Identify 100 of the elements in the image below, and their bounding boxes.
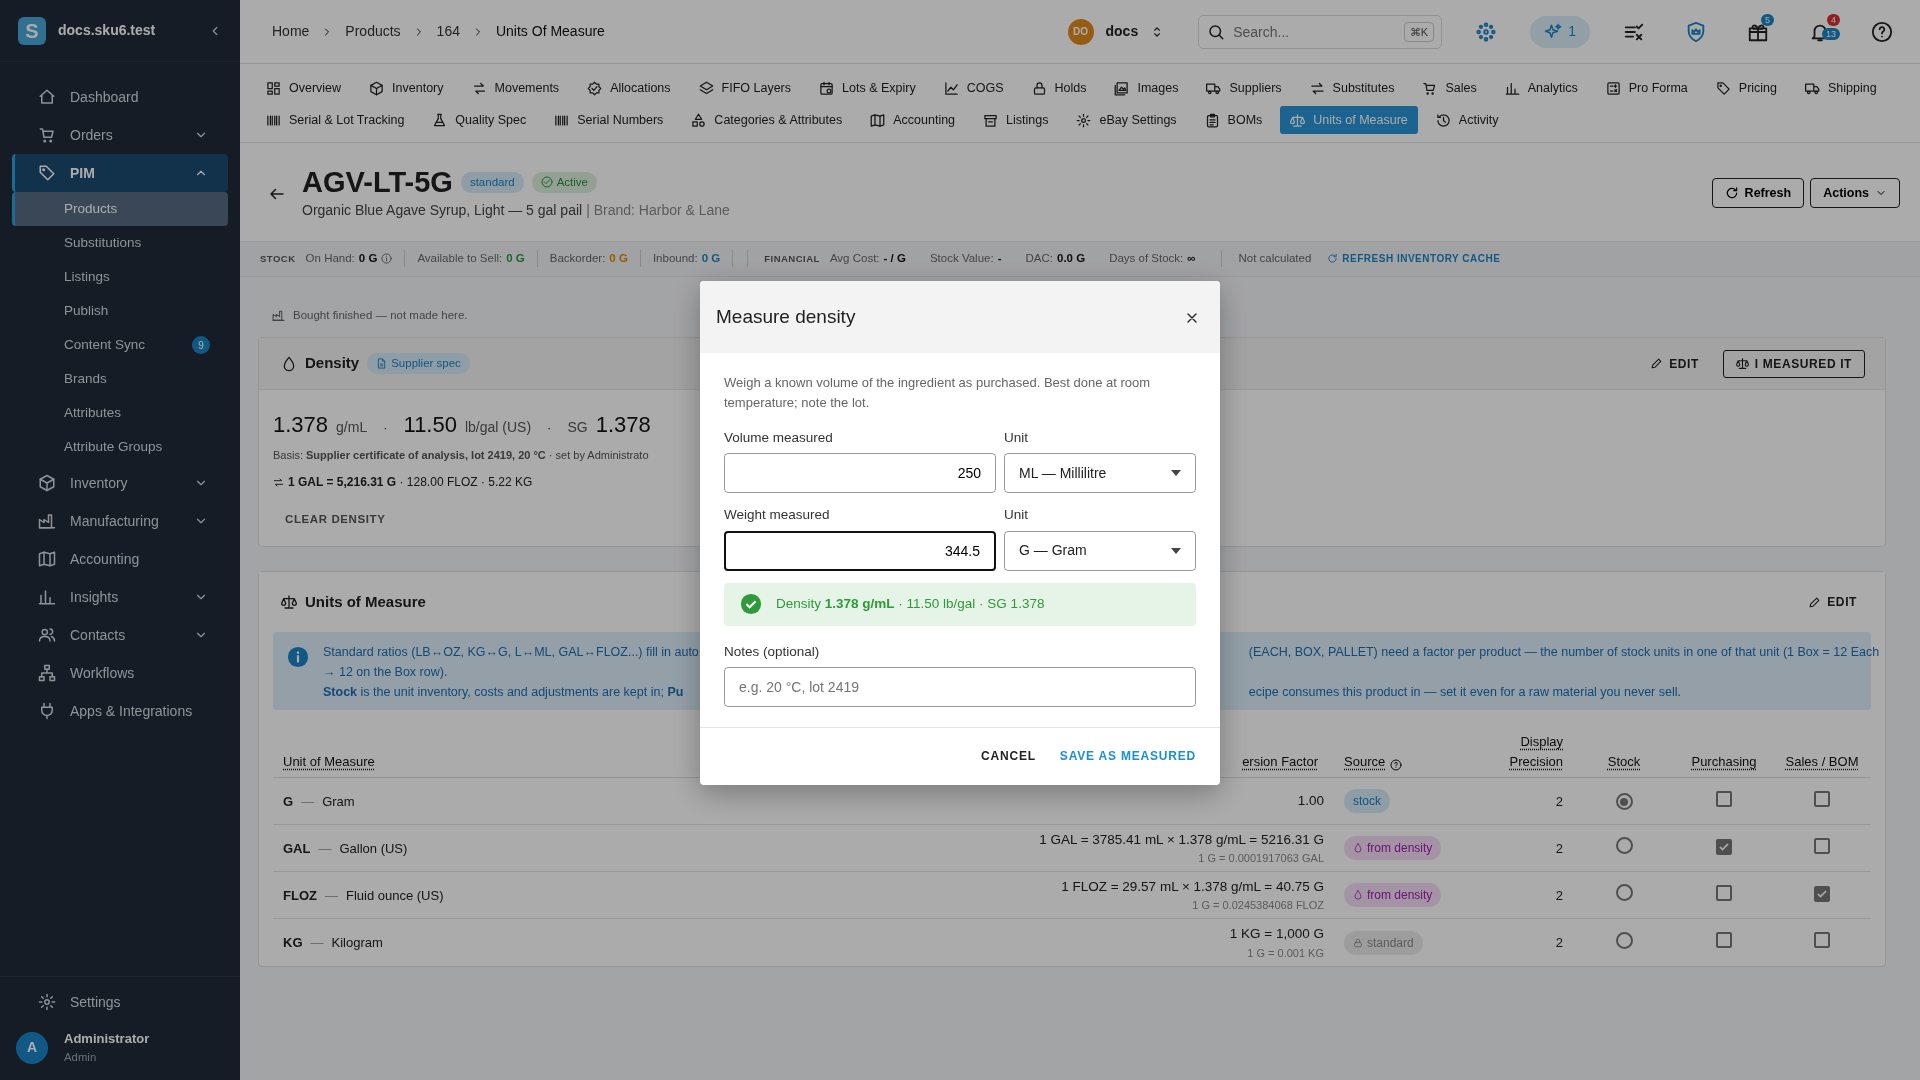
lock-icon	[1353, 937, 1363, 948]
separator-dash: —	[324, 886, 338, 905]
column-header: Stock	[1607, 752, 1641, 771]
sidebar-item[interactable]: Dashboard	[12, 78, 228, 116]
tab[interactable]: Serial Numbers	[544, 105, 674, 135]
sidebar-subitem[interactable]: Substitutions	[12, 226, 228, 260]
tab[interactable]: Accounting	[860, 105, 966, 135]
product-name: Organic Blue Agave Syrup, Light — 5 gal pail	[302, 200, 583, 220]
radio-button[interactable]	[1615, 837, 1633, 855]
save-button[interactable]: SAVE AS MEASURED	[1051, 741, 1204, 772]
radio-button[interactable]	[1615, 931, 1633, 949]
checkbox[interactable]	[1716, 884, 1732, 901]
actions-button[interactable]: Actions	[1810, 177, 1900, 209]
help-icon	[1871, 20, 1893, 43]
breadcrumb-link[interactable]: 164	[436, 21, 460, 42]
app-logo: S	[18, 16, 46, 45]
measured-button[interactable]: I MEASURED IT	[1722, 349, 1865, 378]
tab[interactable]: Lots & Expiry	[809, 73, 926, 103]
checkbox[interactable]	[1814, 837, 1830, 854]
notes-field[interactable]: e.g. 20 °C, lot 2419	[724, 666, 1196, 707]
tab[interactable]: Images	[1104, 73, 1189, 103]
sidebar-item[interactable]: Orders	[12, 116, 228, 154]
sidebar-subitem[interactable]: Content Sync 9	[12, 328, 228, 362]
home-icon	[38, 88, 56, 106]
tab[interactable]: Substitutes	[1299, 73, 1405, 103]
sidebar-item[interactable]: Workflows	[12, 654, 228, 692]
tab[interactable]: Listings	[973, 105, 1059, 135]
checkbox[interactable]	[1814, 932, 1830, 949]
workspace-name: docs.sku6.test	[58, 21, 157, 40]
basis-text: Basis: Supplier certificate of analysis, lot 2419, 20 °C · set by Administrato	[273, 448, 650, 464]
conversion-factor: 1 GAL = 3785.41 mL × 1.378 g/mL = 5216.31 G	[1038, 830, 1324, 849]
sidebar-item[interactable]: Apps & Integrations	[12, 692, 228, 730]
sidebar-subitem[interactable]: Publish	[12, 294, 228, 328]
refresh-button[interactable]: Refresh	[1711, 177, 1805, 209]
source-badge: stock	[1344, 789, 1390, 814]
unit-name: Gallon (US)	[339, 839, 408, 858]
sidebar-item[interactable]: Contacts	[12, 616, 228, 654]
notifications-button[interactable]: 4 13	[1802, 13, 1838, 50]
tab[interactable]: Pricing	[1705, 73, 1787, 103]
edit-button[interactable]: EDIT	[1800, 589, 1865, 616]
tab[interactable]: eBay Settings	[1066, 105, 1187, 135]
sidebar-subitem[interactable]: Listings	[12, 260, 228, 294]
conversion-factor: 1.00	[1296, 792, 1324, 811]
stat-value: -	[997, 251, 1002, 267]
precision-value: 2	[1555, 840, 1563, 856]
sidebar-subitem[interactable]: Products	[12, 192, 228, 226]
tab[interactable]: Activity	[1425, 105, 1509, 135]
inverse-factor: 1 G = 0.0245384068 FLOZ	[1191, 898, 1324, 914]
tab[interactable]: FIFO Layers	[688, 73, 802, 103]
tab[interactable]: Suppliers	[1196, 73, 1292, 103]
source-badge: Supplier spec	[367, 352, 470, 375]
unit-select[interactable]: ML — Millilitre	[1004, 453, 1196, 494]
unit-select[interactable]: G — Gram	[1004, 530, 1196, 571]
cancel-button[interactable]: CANCEL	[973, 741, 1044, 772]
dialog-title: Measure density	[716, 305, 857, 329]
tab[interactable]: BOMs	[1194, 105, 1273, 135]
breadcrumb-link[interactable]: Products	[345, 21, 401, 42]
sidebar-subitem[interactable]: Brands	[12, 362, 228, 396]
tab[interactable]: Holds	[1021, 73, 1097, 103]
count-badge: 13	[1822, 27, 1840, 40]
stat-value: 0 G	[609, 251, 628, 267]
inverse-factor: 1 G = 0.001 KG	[1246, 945, 1324, 961]
checkbox[interactable]	[1814, 790, 1830, 807]
user-avatar: A	[16, 1031, 48, 1064]
tab[interactable]: Categories & Attributes	[681, 105, 853, 135]
breadcrumb-link[interactable]: Units Of Measure	[495, 21, 605, 42]
checkbox[interactable]	[1716, 932, 1732, 949]
gift-button[interactable]: 5	[1740, 13, 1776, 50]
tab[interactable]: Pro Forma	[1595, 73, 1698, 103]
sidebar-item[interactable]: Insights	[12, 578, 228, 616]
number-field[interactable]: 344.5	[724, 530, 996, 571]
tab[interactable]: Movements	[461, 73, 570, 103]
tab[interactable]: Serial & Lot Tracking	[256, 105, 415, 135]
info-text: → 12 on the Box row).	[323, 664, 449, 682]
image-icon	[1114, 80, 1130, 96]
sidebar-item[interactable]: Inventory	[12, 464, 228, 502]
tab[interactable]: Allocations	[577, 73, 681, 103]
tab[interactable]: Analytics	[1494, 73, 1588, 103]
checkbox[interactable]	[1716, 838, 1732, 855]
number-field[interactable]: 250	[724, 453, 996, 494]
sidebar-item[interactable]: PIM	[12, 154, 228, 192]
separator-dash: —	[301, 792, 315, 811]
tab[interactable]: Overview	[256, 73, 352, 103]
sidebar-item[interactable]: Accounting	[12, 540, 228, 578]
tab[interactable]: Shipping	[1795, 73, 1887, 103]
radio-button[interactable]	[1615, 793, 1633, 811]
checkbox[interactable]	[1814, 885, 1830, 902]
tab[interactable]: COGS	[933, 73, 1014, 103]
edit-button[interactable]: EDIT	[1642, 350, 1707, 377]
sidebar-item[interactable]: Settings	[12, 983, 228, 1022]
checkbox[interactable]	[1716, 790, 1732, 807]
sidebar-subitem[interactable]: Attributes	[12, 396, 228, 430]
tab[interactable]: Sales	[1412, 73, 1487, 103]
sidebar-subitem[interactable]: Attribute Groups	[12, 430, 228, 464]
clear-density-button[interactable]: CLEAR DENSITY	[277, 507, 394, 533]
radio-button[interactable]	[1615, 884, 1633, 902]
tab[interactable]: Quality Spec	[422, 105, 537, 135]
breadcrumb-link[interactable]: Home	[272, 21, 310, 42]
sidebar-item[interactable]: Manufacturing	[12, 502, 228, 540]
tab[interactable]: Inventory	[359, 73, 454, 103]
